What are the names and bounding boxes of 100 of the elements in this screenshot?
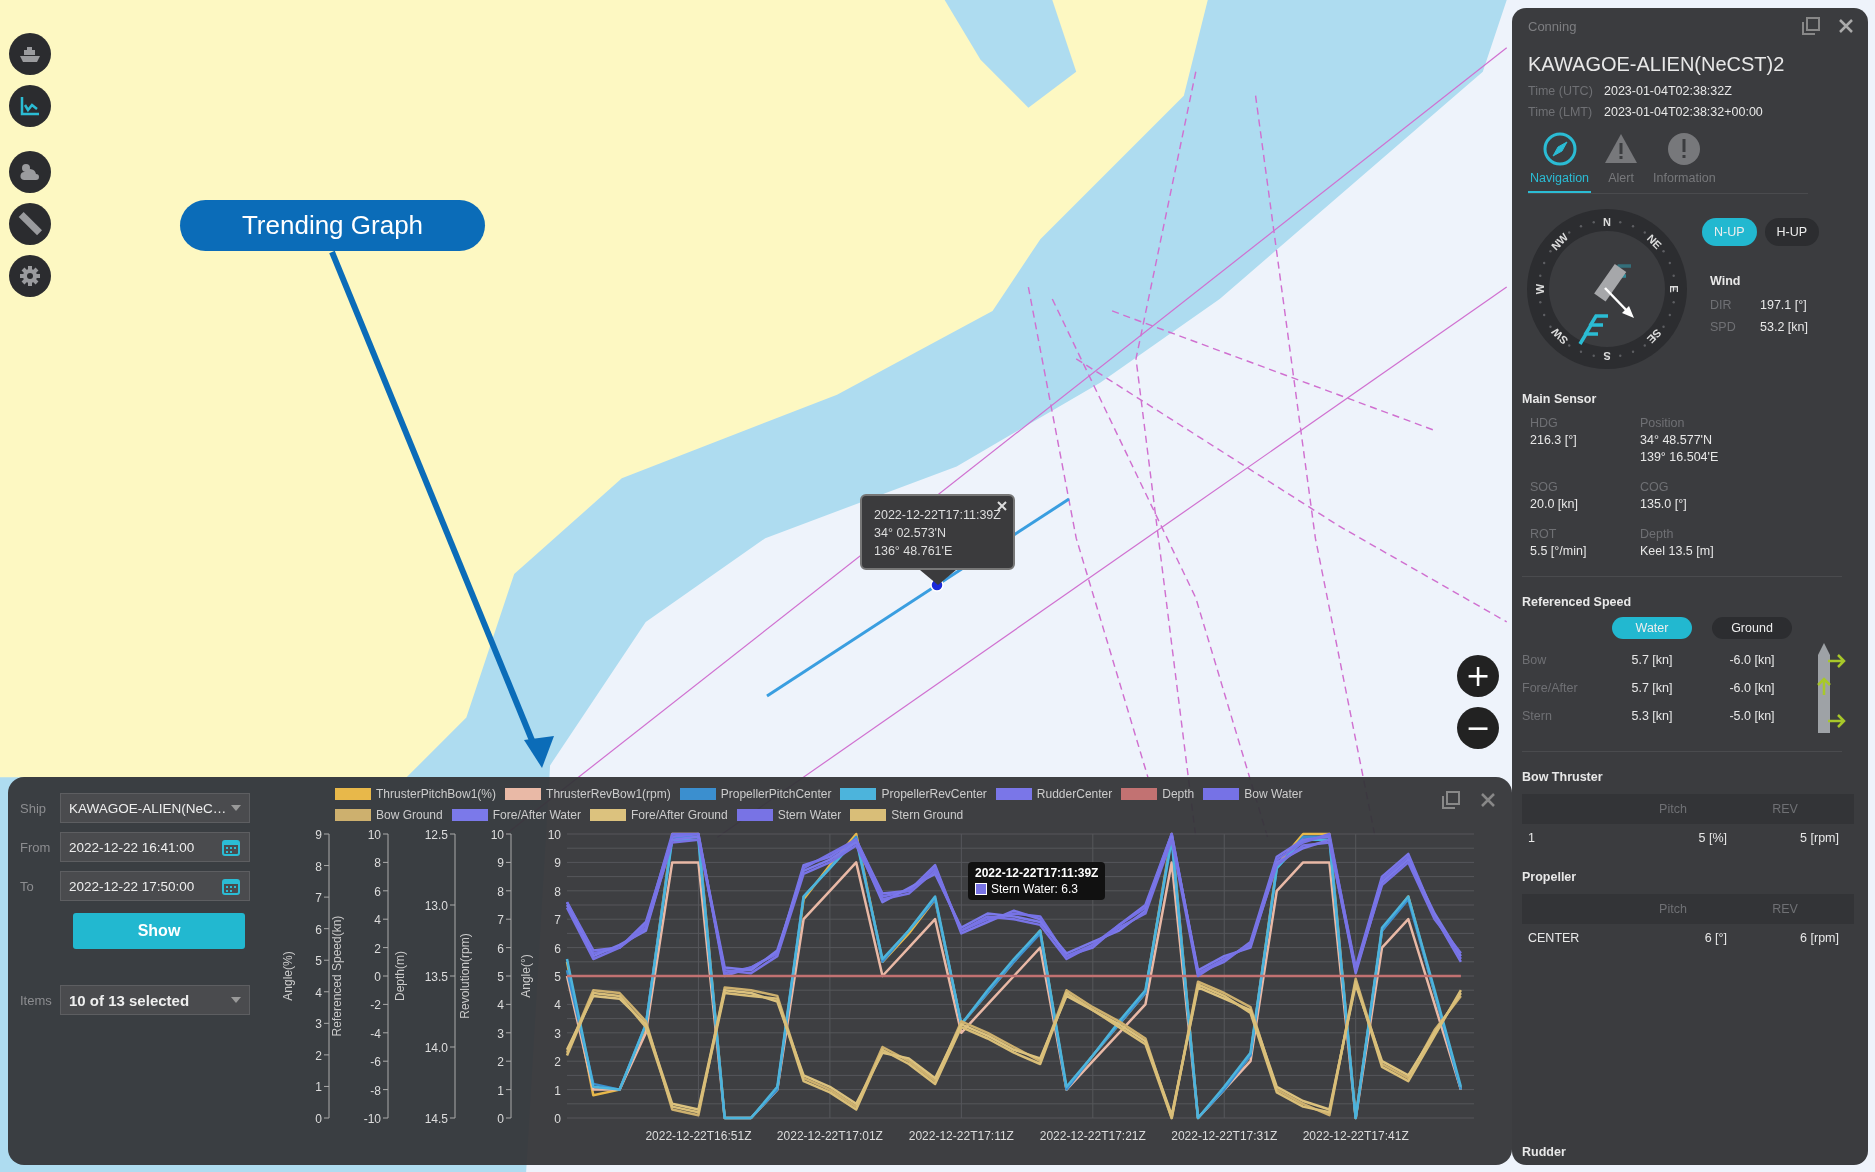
section-title: Rudder [1522,1145,1567,1159]
tick-label: 13.5 [424,970,448,984]
axis-title: Revolution(rpm) [458,933,472,1019]
sensor-value: 139° 16.504'E [1640,450,1720,464]
tooltip-title: 2022-12-22T17:11:39Z [975,866,1099,880]
table-cell-text: CENTER [1528,931,1581,945]
column-header: REV [1771,802,1799,816]
ship-name: KAWAGOE-ALIEN(NeCST)2 [1528,53,1786,76]
sensor-value: 135.0 [°] [1640,497,1688,511]
section-title: Bow Thruster [1522,770,1604,784]
table-cell-text: 5 [%] [1697,831,1728,845]
compass-label: N [1603,216,1611,228]
tick-label: 2 [554,1055,561,1070]
callout-label: Trending Graph [180,200,485,251]
sensor-value: 5.5 [°/min] [1530,544,1588,558]
popup-text: 136° 48.761'E [874,543,954,560]
tick-label: 2022-12-22T17:01Z [776,1129,883,1143]
section-title: Referenced Speed [1522,595,1633,609]
tick-label: 4 [315,985,322,1000]
section-title: Main Sensor [1522,392,1598,406]
time-value: 2023-01-04T02:38:32+00:00 [1604,105,1764,119]
wind-value: 197.1 [°] [1760,298,1808,312]
tick-label: 3 [497,1026,504,1041]
sensor-value: Keel 13.5 [m] [1640,544,1715,558]
tick-label: 0 [497,1112,504,1126]
tick-label: 8 [554,884,561,899]
tick-label: 3 [315,1017,322,1032]
tick-label: 3 [554,1026,561,1041]
column-header: Pitch [1658,802,1688,816]
tick-label: 2 [315,1048,322,1063]
field-label: To [20,878,35,894]
popup-text: 34° 02.573'N [874,525,948,542]
tick-label: 5 [497,970,504,984]
tick-label: 6 [554,941,561,956]
table-cell-text: 1 [1528,831,1536,845]
compass-label: S [1603,350,1611,362]
tick-label: 14.0 [424,1041,448,1055]
wind-title: Wind [1710,274,1742,288]
axis-title: Referenced Speed(kn) [330,915,344,1037]
tick-label: 4 [497,998,504,1013]
tick-label: 0 [554,1112,561,1126]
speed-value: -6.0 [kn] [1728,681,1776,695]
compass-label: NW [1548,230,1571,253]
tick-label: 2 [374,941,381,956]
column-header: Pitch [1658,902,1688,916]
tick-label: 10 [367,828,381,842]
sensor-value: 34° 48.577'N [1640,433,1714,447]
tick-label: 14.5 [424,1112,448,1126]
tick-label: -6 [370,1055,381,1070]
tick-label: 8 [315,859,322,874]
tick-label: 10 [547,828,561,842]
tick-label: 1 [315,1080,322,1095]
tick-label: 6 [374,884,381,899]
tick-label: 0 [315,1112,322,1126]
sensor-value: 20.0 [kn] [1530,497,1579,511]
tick-label: 2022-12-22T17:21Z [1039,1129,1146,1143]
tick-label: -2 [370,998,381,1013]
wind-value: 53.2 [kn] [1760,320,1809,334]
panel-title: Conning [1528,18,1578,34]
time-value: 2023-01-04T02:38:32Z [1604,84,1733,98]
tick-label: 13.0 [424,899,448,913]
axis-title: Angle(%) [281,951,295,1001]
axis-title: Depth(m) [393,951,407,1001]
tick-label: -8 [370,1083,381,1098]
field-label: Items [20,992,53,1008]
tick-label: 10 [490,828,504,842]
tick-label: 8 [497,884,504,899]
tick-label: 9 [497,856,504,871]
compass-label: SE [1644,326,1664,346]
table-cell-text: 6 [°] [1703,931,1728,945]
speed-value: 5.3 [kn] [1630,709,1674,723]
tick-label: 2 [497,1055,504,1070]
tick-label: 2022-12-22T17:41Z [1302,1129,1409,1143]
tick-label: 7 [497,913,504,928]
speed-value: -5.0 [kn] [1728,709,1776,723]
popup-text: 2022-12-22T17:11:39Z [874,507,1002,524]
axis-title: Angle(°) [519,954,533,998]
tooltip-text: Stern Water: 6.3 [991,882,1078,896]
tick-label: 8 [374,856,381,871]
tick-label: 2022-12-22T16:51Z [645,1129,752,1143]
tick-label: 5 [315,954,322,969]
sensor-value: 216.3 [°] [1530,433,1578,447]
tick-label: -10 [363,1112,381,1126]
table-cell-text: 5 [rpm] [1799,831,1840,845]
tick-label: 7 [315,891,322,906]
tick-label: 6 [315,922,322,937]
tick-label: 5 [554,970,561,984]
tick-label: 12.5 [424,828,448,842]
tick-label: 4 [554,998,561,1013]
tick-label: 9 [315,828,322,842]
table-cell-text: 6 [rpm] [1799,931,1840,945]
speed-value: 5.7 [kn] [1630,653,1674,667]
speed-value: 5.7 [kn] [1630,681,1674,695]
speed-value: -6.0 [kn] [1728,653,1776,667]
tick-label: 2022-12-22T17:31Z [1171,1129,1278,1143]
tick-label: 4 [374,913,381,928]
compass-label: E [1668,285,1680,293]
field-label: From [20,839,52,855]
tick-label: 1 [497,1083,504,1098]
tick-label: 7 [554,913,561,928]
